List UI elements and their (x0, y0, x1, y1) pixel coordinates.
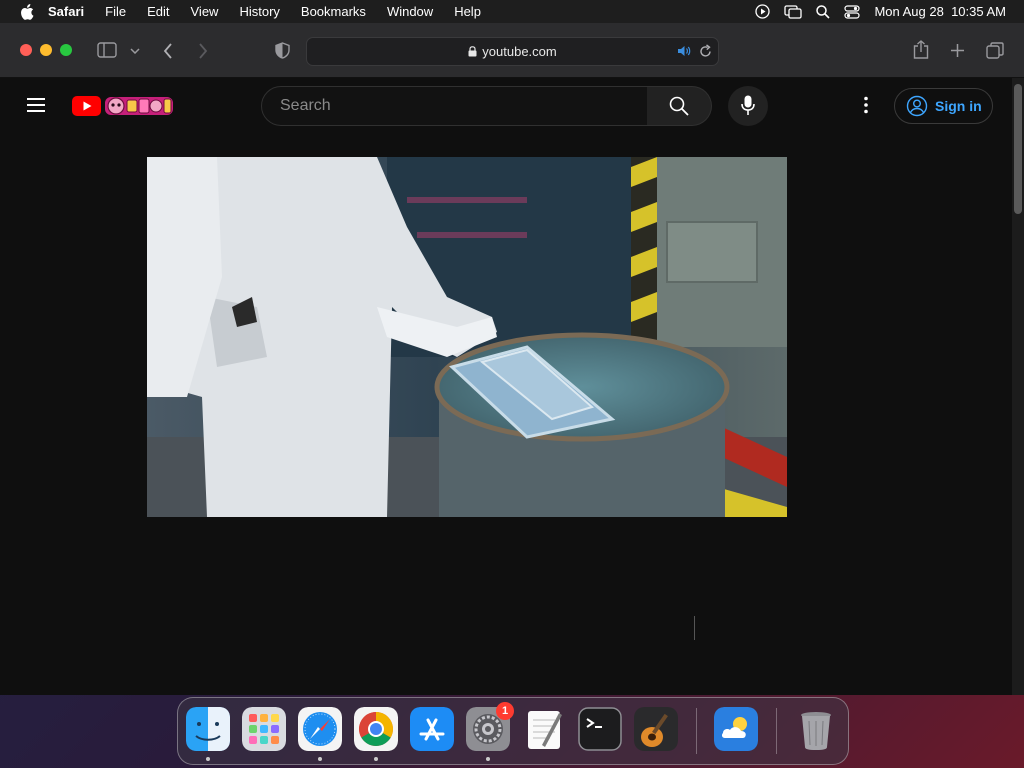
new-tab-plus-icon[interactable] (950, 43, 965, 58)
forward-arrow-icon[interactable] (198, 43, 208, 59)
menu-view[interactable]: View (191, 4, 219, 19)
safari-icon[interactable] (298, 707, 342, 751)
voice-search-button[interactable] (728, 86, 768, 126)
macos-menu-bar: Safari File Edit View History Bookmarks … (0, 0, 1024, 23)
control-center-icon[interactable] (844, 4, 861, 19)
safari-running-indicator (318, 757, 322, 761)
close-window-button[interactable] (20, 44, 32, 56)
reload-icon[interactable] (699, 44, 712, 58)
more-options-icon[interactable] (856, 95, 876, 115)
weather-icon[interactable] (714, 707, 758, 751)
address-bar[interactable]: youtube.com (306, 37, 719, 66)
sidebar-toggle-icon[interactable] (97, 42, 117, 58)
fullscreen-window-button[interactable] (60, 44, 72, 56)
search-box[interactable] (261, 86, 649, 126)
screen-mirroring-icon[interactable] (784, 4, 803, 19)
macos-dock: 1 (177, 697, 849, 765)
youtube-page: Sign in (0, 78, 1012, 695)
now-playing-icon[interactable] (755, 4, 771, 19)
textedit-icon[interactable] (522, 707, 566, 751)
menu-history[interactable]: History (239, 4, 279, 19)
safari-toolbar: youtube.com (0, 23, 1024, 78)
finder-running-indicator (206, 757, 210, 761)
app-store-icon[interactable] (410, 707, 454, 751)
video-frame-image (147, 157, 787, 517)
safari-window: youtube.com Search Sign in (0, 23, 1024, 695)
sign-in-button[interactable]: Sign in (894, 88, 993, 124)
search-icon (669, 96, 689, 116)
sign-in-label: Sign in (935, 98, 982, 114)
page-scrollbar[interactable] (1012, 78, 1024, 695)
system-settings-running-indicator (486, 757, 490, 761)
terminal-icon[interactable] (578, 707, 622, 751)
menu-window[interactable]: Window (387, 4, 433, 19)
chrome-running-indicator (374, 757, 378, 761)
menu-help[interactable]: Help (454, 4, 481, 19)
menu-file[interactable]: File (105, 4, 126, 19)
tab-overview-icon[interactable] (986, 42, 1004, 59)
microphone-icon (741, 95, 755, 115)
speaker-audio-icon[interactable] (677, 45, 691, 57)
dock-separator (696, 708, 697, 754)
video-player[interactable] (147, 157, 787, 517)
menu-edit[interactable]: Edit (147, 4, 169, 19)
chrome-icon[interactable] (354, 707, 398, 751)
finder-icon[interactable] (186, 707, 230, 751)
notification-badge: 1 (496, 702, 514, 720)
youtube-doodle-logo[interactable] (72, 95, 174, 117)
share-icon[interactable] (913, 40, 929, 59)
guide-menu-icon[interactable] (27, 98, 45, 112)
chevron-down-icon[interactable] (130, 48, 140, 54)
account-circle-icon (906, 95, 928, 117)
search-input[interactable] (278, 96, 632, 116)
dock-separator-2 (776, 708, 777, 754)
address-url-text: youtube.com (482, 44, 557, 59)
garageband-icon[interactable] (634, 707, 678, 751)
spotlight-search-icon[interactable] (816, 4, 831, 19)
minimize-window-button[interactable] (40, 44, 52, 56)
privacy-shield-icon[interactable] (275, 42, 290, 59)
launchpad-icon[interactable] (242, 707, 286, 751)
menubar-clock[interactable]: Mon Aug 28 10:35 AM (874, 4, 1006, 19)
apple-logo-icon[interactable] (20, 3, 34, 20)
trash-icon[interactable] (794, 707, 838, 751)
menu-bookmarks[interactable]: Bookmarks (301, 4, 366, 19)
lock-icon (468, 46, 477, 57)
menu-app-name[interactable]: Safari (48, 4, 84, 19)
back-arrow-icon[interactable] (163, 43, 173, 59)
text-caret (694, 616, 695, 640)
search-button[interactable] (647, 86, 712, 126)
scrollbar-thumb[interactable] (1014, 84, 1022, 214)
